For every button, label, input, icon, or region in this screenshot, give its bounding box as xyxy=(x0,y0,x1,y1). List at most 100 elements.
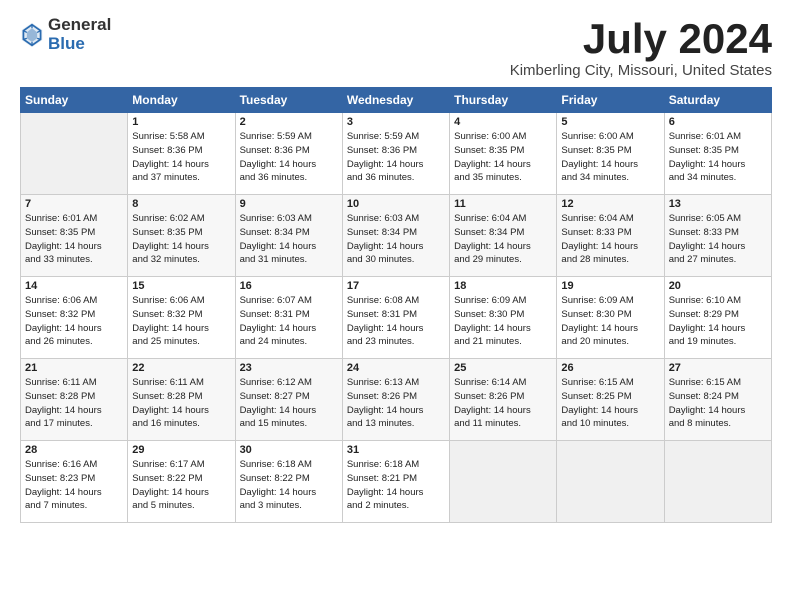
day-info: Sunrise: 6:01 AM Sunset: 8:35 PM Dayligh… xyxy=(25,212,123,267)
calendar-cell: 10 Sunrise: 6:03 AM Sunset: 8:34 PM Dayli… xyxy=(342,195,449,277)
weekday-header: Wednesday xyxy=(342,88,449,113)
day-info: Sunrise: 5:58 AM Sunset: 8:36 PM Dayligh… xyxy=(132,130,230,185)
calendar-cell: 12 Sunrise: 6:04 AM Sunset: 8:33 PM Dayli… xyxy=(557,195,664,277)
day-info: Sunrise: 6:06 AM Sunset: 8:32 PM Dayligh… xyxy=(132,294,230,349)
calendar-week-row: 7 Sunrise: 6:01 AM Sunset: 8:35 PM Daylig… xyxy=(21,195,772,277)
day-number: 7 xyxy=(25,198,123,210)
day-number: 30 xyxy=(240,444,338,456)
calendar-cell: 3 Sunrise: 5:59 AM Sunset: 8:36 PM Daylig… xyxy=(342,113,449,195)
calendar-cell: 29 Sunrise: 6:17 AM Sunset: 8:22 PM Dayli… xyxy=(128,441,235,523)
month-title: July 2024 xyxy=(510,16,772,62)
day-number: 8 xyxy=(132,198,230,210)
day-number: 19 xyxy=(561,280,659,292)
day-info: Sunrise: 6:09 AM Sunset: 8:30 PM Dayligh… xyxy=(561,294,659,349)
header: General Blue July 2024 Kimberling City, … xyxy=(20,16,772,79)
day-number: 2 xyxy=(240,116,338,128)
weekday-header: Tuesday xyxy=(235,88,342,113)
day-info: Sunrise: 6:16 AM Sunset: 8:23 PM Dayligh… xyxy=(25,458,123,513)
day-number: 29 xyxy=(132,444,230,456)
day-number: 16 xyxy=(240,280,338,292)
calendar-week-row: 14 Sunrise: 6:06 AM Sunset: 8:32 PM Dayli… xyxy=(21,277,772,359)
day-number: 13 xyxy=(669,198,767,210)
day-number: 25 xyxy=(454,362,552,374)
day-number: 3 xyxy=(347,116,445,128)
day-number: 26 xyxy=(561,362,659,374)
calendar-cell: 20 Sunrise: 6:10 AM Sunset: 8:29 PM Dayli… xyxy=(664,277,771,359)
day-number: 14 xyxy=(25,280,123,292)
calendar-cell: 16 Sunrise: 6:07 AM Sunset: 8:31 PM Dayli… xyxy=(235,277,342,359)
logo-text: General Blue xyxy=(48,16,111,53)
calendar-week-row: 28Sunrise: 6:16 AM Sunset: 8:23 PM Dayli… xyxy=(21,441,772,523)
day-number: 21 xyxy=(25,362,123,374)
day-number: 9 xyxy=(240,198,338,210)
page-container: General Blue July 2024 Kimberling City, … xyxy=(0,0,792,533)
day-info: Sunrise: 6:12 AM Sunset: 8:27 PM Dayligh… xyxy=(240,376,338,431)
calendar-cell: 15 Sunrise: 6:06 AM Sunset: 8:32 PM Dayli… xyxy=(128,277,235,359)
calendar-cell: 13 Sunrise: 6:05 AM Sunset: 8:33 PM Dayli… xyxy=(664,195,771,277)
weekday-header-row: SundayMondayTuesdayWednesdayThursdayFrid… xyxy=(21,88,772,113)
day-info: Sunrise: 6:01 AM Sunset: 8:35 PM Dayligh… xyxy=(669,130,767,185)
logo-icon xyxy=(20,21,44,49)
day-number: 15 xyxy=(132,280,230,292)
calendar-table: SundayMondayTuesdayWednesdayThursdayFrid… xyxy=(20,87,772,523)
calendar-cell: 9 Sunrise: 6:03 AM Sunset: 8:34 PM Daylig… xyxy=(235,195,342,277)
calendar-cell xyxy=(450,441,557,523)
day-info: Sunrise: 6:07 AM Sunset: 8:31 PM Dayligh… xyxy=(240,294,338,349)
day-info: Sunrise: 6:15 AM Sunset: 8:25 PM Dayligh… xyxy=(561,376,659,431)
day-info: Sunrise: 6:11 AM Sunset: 8:28 PM Dayligh… xyxy=(132,376,230,431)
logo-blue: Blue xyxy=(48,35,111,54)
calendar-cell: 11Sunrise: 6:04 AM Sunset: 8:34 PM Dayli… xyxy=(450,195,557,277)
day-info: Sunrise: 6:06 AM Sunset: 8:32 PM Dayligh… xyxy=(25,294,123,349)
title-block: July 2024 Kimberling City, Missouri, Uni… xyxy=(510,16,772,79)
day-info: Sunrise: 6:13 AM Sunset: 8:26 PM Dayligh… xyxy=(347,376,445,431)
day-number: 11 xyxy=(454,198,552,210)
day-info: Sunrise: 6:03 AM Sunset: 8:34 PM Dayligh… xyxy=(240,212,338,267)
calendar-cell: 4Sunrise: 6:00 AM Sunset: 8:35 PM Daylig… xyxy=(450,113,557,195)
calendar-cell: 30 Sunrise: 6:18 AM Sunset: 8:22 PM Dayli… xyxy=(235,441,342,523)
calendar-cell: 23 Sunrise: 6:12 AM Sunset: 8:27 PM Dayli… xyxy=(235,359,342,441)
calendar-cell: 28Sunrise: 6:16 AM Sunset: 8:23 PM Dayli… xyxy=(21,441,128,523)
calendar-cell: 19 Sunrise: 6:09 AM Sunset: 8:30 PM Dayli… xyxy=(557,277,664,359)
calendar-cell: 31 Sunrise: 6:18 AM Sunset: 8:21 PM Dayli… xyxy=(342,441,449,523)
weekday-header: Sunday xyxy=(21,88,128,113)
calendar-cell: 7 Sunrise: 6:01 AM Sunset: 8:35 PM Daylig… xyxy=(21,195,128,277)
day-number: 12 xyxy=(561,198,659,210)
day-number: 6 xyxy=(669,116,767,128)
day-number: 31 xyxy=(347,444,445,456)
day-number: 27 xyxy=(669,362,767,374)
day-info: Sunrise: 6:09 AM Sunset: 8:30 PM Dayligh… xyxy=(454,294,552,349)
day-info: Sunrise: 5:59 AM Sunset: 8:36 PM Dayligh… xyxy=(240,130,338,185)
day-number: 4 xyxy=(454,116,552,128)
day-info: Sunrise: 6:18 AM Sunset: 8:22 PM Dayligh… xyxy=(240,458,338,513)
day-info: Sunrise: 6:04 AM Sunset: 8:33 PM Dayligh… xyxy=(561,212,659,267)
day-info: Sunrise: 6:00 AM Sunset: 8:35 PM Dayligh… xyxy=(561,130,659,185)
day-number: 23 xyxy=(240,362,338,374)
calendar-cell: 6 Sunrise: 6:01 AM Sunset: 8:35 PM Daylig… xyxy=(664,113,771,195)
calendar-cell: 24Sunrise: 6:13 AM Sunset: 8:26 PM Dayli… xyxy=(342,359,449,441)
weekday-header: Saturday xyxy=(664,88,771,113)
day-info: Sunrise: 6:18 AM Sunset: 8:21 PM Dayligh… xyxy=(347,458,445,513)
weekday-header: Monday xyxy=(128,88,235,113)
day-info: Sunrise: 5:59 AM Sunset: 8:36 PM Dayligh… xyxy=(347,130,445,185)
day-number: 10 xyxy=(347,198,445,210)
day-info: Sunrise: 6:08 AM Sunset: 8:31 PM Dayligh… xyxy=(347,294,445,349)
calendar-cell xyxy=(557,441,664,523)
logo-general: General xyxy=(48,16,111,35)
calendar-cell: 22 Sunrise: 6:11 AM Sunset: 8:28 PM Dayli… xyxy=(128,359,235,441)
calendar-cell: 27Sunrise: 6:15 AM Sunset: 8:24 PM Dayli… xyxy=(664,359,771,441)
day-info: Sunrise: 6:17 AM Sunset: 8:22 PM Dayligh… xyxy=(132,458,230,513)
location-title: Kimberling City, Missouri, United States xyxy=(510,62,772,79)
calendar-week-row: 21 Sunrise: 6:11 AM Sunset: 8:28 PM Dayli… xyxy=(21,359,772,441)
day-info: Sunrise: 6:02 AM Sunset: 8:35 PM Dayligh… xyxy=(132,212,230,267)
day-number: 17 xyxy=(347,280,445,292)
day-number: 20 xyxy=(669,280,767,292)
day-info: Sunrise: 6:05 AM Sunset: 8:33 PM Dayligh… xyxy=(669,212,767,267)
calendar-cell: 5Sunrise: 6:00 AM Sunset: 8:35 PM Daylig… xyxy=(557,113,664,195)
calendar-cell: 21Sunrise: 6:11 AM Sunset: 8:28 PM Dayli… xyxy=(21,359,128,441)
day-number: 18 xyxy=(454,280,552,292)
calendar-week-row: 1Sunrise: 5:58 AM Sunset: 8:36 PM Daylig… xyxy=(21,113,772,195)
day-number: 22 xyxy=(132,362,230,374)
calendar-cell: 1Sunrise: 5:58 AM Sunset: 8:36 PM Daylig… xyxy=(128,113,235,195)
day-info: Sunrise: 6:10 AM Sunset: 8:29 PM Dayligh… xyxy=(669,294,767,349)
day-info: Sunrise: 6:03 AM Sunset: 8:34 PM Dayligh… xyxy=(347,212,445,267)
